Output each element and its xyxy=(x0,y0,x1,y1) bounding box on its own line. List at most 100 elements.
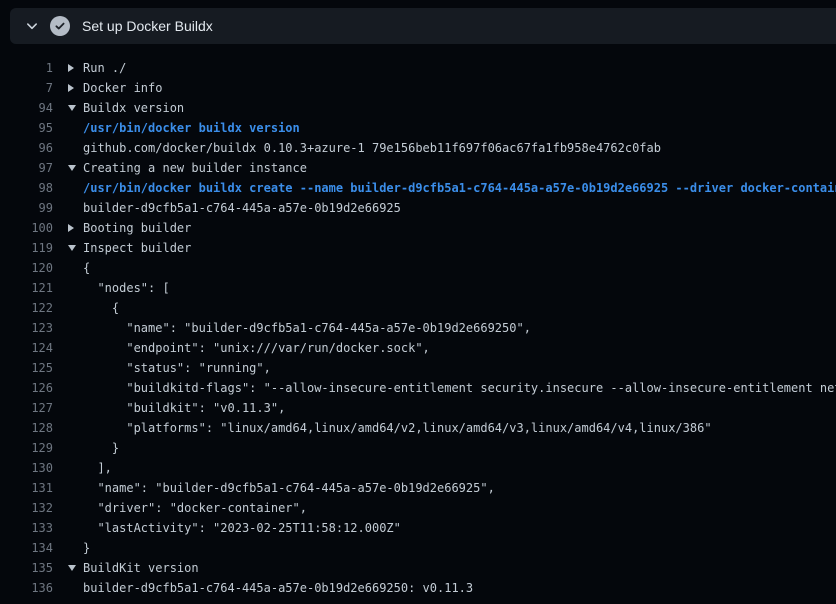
log-line: 123 "name": "builder-d9cfb5a1-c764-445a-… xyxy=(0,318,836,338)
line-number[interactable]: 133 xyxy=(0,518,53,538)
line-number[interactable]: 127 xyxy=(0,398,53,418)
log-group-line[interactable]: 100 Booting builder xyxy=(0,218,836,238)
group-title-text: Run ./ xyxy=(83,58,126,78)
log-line: 128 "platforms": "linux/amd64,linux/amd6… xyxy=(0,418,836,438)
log-line: 121 "nodes": [ xyxy=(0,278,836,298)
line-number[interactable]: 131 xyxy=(0,478,53,498)
triangle-right-icon[interactable] xyxy=(68,224,74,232)
group-title-text: BuildKit version xyxy=(83,558,199,578)
log-line: 95/usr/bin/docker buildx version xyxy=(0,118,836,138)
step-title: Set up Docker Buildx xyxy=(82,18,213,34)
triangle-down-icon[interactable] xyxy=(68,245,76,251)
group-title-text: Inspect builder xyxy=(83,238,191,258)
line-number[interactable]: 130 xyxy=(0,458,53,478)
log-line: 132 "driver": "docker-container", xyxy=(0,498,836,518)
line-number[interactable]: 125 xyxy=(0,358,53,378)
log-line: 99 builder-d9cfb5a1-c764-445a-a57e-0b19d2… xyxy=(0,198,836,218)
disclosure-slot xyxy=(68,224,83,232)
line-number[interactable]: 126 xyxy=(0,378,53,398)
log-line: 127 "buildkit": "v0.11.3", xyxy=(0,398,836,418)
log-line: 133 "lastActivity": "2023-02-25T11:58:12… xyxy=(0,518,836,538)
line-number[interactable]: 100 xyxy=(0,218,53,238)
triangle-down-icon[interactable] xyxy=(68,105,76,111)
log-line: 98/usr/bin/docker buildx create --name b… xyxy=(0,178,836,198)
line-number[interactable]: 95 xyxy=(0,118,53,138)
line-number[interactable]: 94 xyxy=(0,98,53,118)
log-group-line[interactable]: 119 Inspect builder xyxy=(0,238,836,258)
log-line: 136 builder-d9cfb5a1-c764-445a-a57e-0b19d… xyxy=(0,578,836,598)
log-group-line[interactable]: 7 Docker info xyxy=(0,78,836,98)
line-number[interactable]: 123 xyxy=(0,318,53,338)
log-group-line[interactable]: 94 Buildx version xyxy=(0,98,836,118)
line-number[interactable]: 119 xyxy=(0,238,53,258)
log-line: 122 { xyxy=(0,298,836,318)
step-header[interactable]: Set up Docker Buildx xyxy=(10,8,836,44)
log-output-text: "status": "running", xyxy=(83,358,271,378)
line-number[interactable]: 122 xyxy=(0,298,53,318)
log-output-text: "buildkit": "v0.11.3", xyxy=(83,398,285,418)
line-number[interactable]: 121 xyxy=(0,278,53,298)
log-output-text: { xyxy=(83,258,90,278)
disclosure-slot xyxy=(68,105,83,111)
group-title-text: Buildx version xyxy=(83,98,184,118)
line-number[interactable]: 136 xyxy=(0,578,53,598)
log-line: 134} xyxy=(0,538,836,558)
log-lines: 1Run ./7Docker info94Buildx version95/us… xyxy=(0,44,836,604)
log-output-text: builder-d9cfb5a1-c764-445a-a57e-0b19d2e6… xyxy=(83,198,401,218)
log-command-text: /usr/bin/docker buildx create --name bui… xyxy=(83,178,836,198)
log-output-text: "name": "builder-d9cfb5a1-c764-445a-a57e… xyxy=(83,318,531,338)
log-output-text: } xyxy=(83,438,119,458)
disclosure-slot xyxy=(68,84,83,92)
log-group-line[interactable]: 1 Run ./ xyxy=(0,58,836,78)
line-number[interactable]: 98 xyxy=(0,178,53,198)
log-output-text: ], xyxy=(83,458,112,478)
line-number[interactable]: 96 xyxy=(0,138,53,158)
line-number[interactable]: 134 xyxy=(0,538,53,558)
line-number[interactable]: 99 xyxy=(0,198,53,218)
triangle-down-icon[interactable] xyxy=(68,565,76,571)
log-line: 126 "buildkitd-flags": "--allow-insecure… xyxy=(0,378,836,398)
log-output-text: "platforms": "linux/amd64,linux/amd64/v2… xyxy=(83,418,712,438)
line-number[interactable]: 124 xyxy=(0,338,53,358)
log-line: 125 "status": "running", xyxy=(0,358,836,378)
line-number[interactable]: 97 xyxy=(0,158,53,178)
log-line: 130 ], xyxy=(0,458,836,478)
line-number[interactable]: 7 xyxy=(0,78,53,98)
log-output-text: } xyxy=(83,538,90,558)
line-number[interactable]: 132 xyxy=(0,498,53,518)
group-title-text: Booting builder xyxy=(83,218,191,238)
log-output-text: "driver": "docker-container", xyxy=(83,498,307,518)
log-command-text: /usr/bin/docker buildx version xyxy=(83,118,300,138)
log-group-line[interactable]: 135 BuildKit version xyxy=(0,558,836,578)
disclosure-slot xyxy=(68,245,83,251)
line-number[interactable]: 129 xyxy=(0,438,53,458)
log-output-text: { xyxy=(83,298,119,318)
log-line: 131 "name": "builder-d9cfb5a1-c764-445a-… xyxy=(0,478,836,498)
line-number[interactable]: 1 xyxy=(0,58,53,78)
log-line: 124 "endpoint": "unix:///var/run/docker.… xyxy=(0,338,836,358)
check-circle-icon xyxy=(50,16,70,36)
group-title-text: Creating a new builder instance xyxy=(83,158,307,178)
log-output-text: builder-d9cfb5a1-c764-445a-a57e-0b19d2e6… xyxy=(83,578,473,598)
line-number[interactable]: 120 xyxy=(0,258,53,278)
group-title-text: Docker info xyxy=(83,78,162,98)
log-output-text: "nodes": [ xyxy=(83,278,170,298)
log-output-text: "endpoint": "unix:///var/run/docker.sock… xyxy=(83,338,430,358)
line-number[interactable]: 135 xyxy=(0,558,53,578)
log-group-line[interactable]: 97 Creating a new builder instance xyxy=(0,158,836,178)
triangle-right-icon[interactable] xyxy=(68,64,74,72)
disclosure-slot xyxy=(68,565,83,571)
disclosure-slot xyxy=(68,165,83,171)
disclosure-slot xyxy=(68,64,83,72)
line-number[interactable]: 128 xyxy=(0,418,53,438)
triangle-right-icon[interactable] xyxy=(68,84,74,92)
log-output-text: github.com/docker/buildx 0.10.3+azure-1 … xyxy=(83,138,661,158)
log-output-text: "lastActivity": "2023-02-25T11:58:12.000… xyxy=(83,518,401,538)
log-line: 96 github.com/docker/buildx 0.10.3+azure-… xyxy=(0,138,836,158)
log-output-text: "buildkitd-flags": "--allow-insecure-ent… xyxy=(83,378,836,398)
chevron-down-icon xyxy=(24,18,40,34)
log-line: 120 { xyxy=(0,258,836,278)
log-output-text: "name": "builder-d9cfb5a1-c764-445a-a57e… xyxy=(83,478,495,498)
actions-log-viewer: Set up Docker Buildx 1 Run ./ 7 Docker info… xyxy=(0,0,836,604)
triangle-down-icon[interactable] xyxy=(68,165,76,171)
